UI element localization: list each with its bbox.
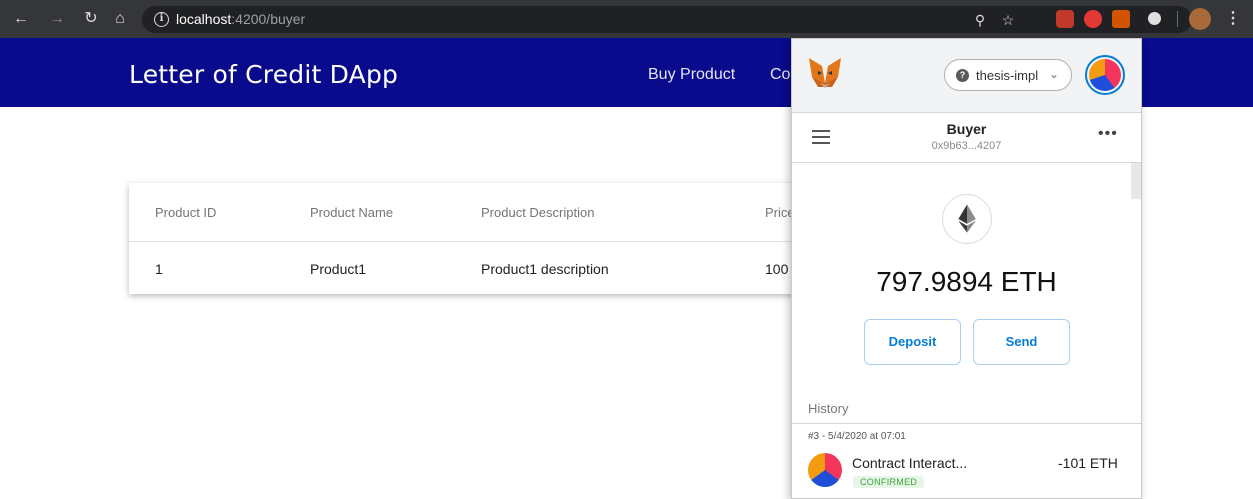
history-heading: History bbox=[808, 401, 849, 416]
deposit-button[interactable]: Deposit bbox=[864, 319, 961, 365]
kebab-menu-icon[interactable]: ••• bbox=[1098, 125, 1118, 143]
back-arrow-icon[interactable]: ← bbox=[12, 10, 30, 28]
nav-buy-product[interactable]: Buy Product bbox=[648, 66, 735, 84]
chrome-menu-icon[interactable]: ⋮ bbox=[1224, 10, 1242, 28]
metamask-popup: ? thesis-impl ⌄ Buyer 0x9b63...4207 ••• … bbox=[791, 38, 1142, 499]
cell-price: 100 bbox=[765, 261, 789, 277]
account-identicon bbox=[1089, 59, 1121, 91]
contract-identicon bbox=[808, 453, 842, 487]
network-name: thesis-impl bbox=[976, 68, 1039, 83]
nav-contracts[interactable]: Co bbox=[770, 66, 790, 84]
header-product-name: Product Name bbox=[310, 205, 394, 220]
send-button[interactable]: Send bbox=[973, 319, 1070, 365]
product-table: Product ID Product Name Product Descript… bbox=[129, 183, 829, 294]
network-help-icon: ? bbox=[956, 69, 969, 82]
toolbar-divider bbox=[1177, 11, 1178, 27]
table-divider bbox=[129, 241, 829, 242]
transaction-amount: -101 ETH bbox=[1058, 455, 1118, 471]
cell-product-description: Product1 description bbox=[481, 261, 609, 277]
account-address[interactable]: 0x9b63...4207 bbox=[792, 140, 1141, 152]
cell-product-name: Product1 bbox=[310, 261, 367, 277]
metamask-extension-icon[interactable] bbox=[1112, 10, 1130, 28]
cell-product-id: 1 bbox=[155, 261, 163, 277]
zoom-icon[interactable]: ⚲ bbox=[970, 10, 990, 30]
history-divider bbox=[792, 423, 1141, 424]
status-badge: CONFIRMED bbox=[853, 476, 925, 488]
header-product-id: Product ID bbox=[155, 205, 217, 220]
account-name[interactable]: Buyer bbox=[792, 121, 1141, 137]
metamask-top-bar: ? thesis-impl ⌄ bbox=[792, 39, 1141, 113]
url-host: localhost bbox=[176, 11, 232, 27]
account-avatar[interactable] bbox=[1085, 55, 1125, 95]
star-icon[interactable]: ☆ bbox=[998, 10, 1018, 30]
url-text: localhost:4200/buyer bbox=[176, 11, 305, 27]
app-title: Letter of Credit DApp bbox=[129, 60, 399, 89]
reload-icon[interactable]: ↻ bbox=[82, 10, 100, 28]
network-selector[interactable]: ? thesis-impl ⌄ bbox=[944, 59, 1072, 91]
forward-arrow-icon[interactable]: → bbox=[48, 10, 66, 28]
transaction-title: Contract Interact... bbox=[852, 455, 968, 471]
adblock-extension-icon[interactable] bbox=[1084, 10, 1102, 28]
home-icon[interactable]: ⌂ bbox=[111, 10, 129, 28]
address-bar[interactable]: i localhost:4200/buyer ⚲ ☆ bbox=[142, 6, 1192, 33]
metamask-fox-icon bbox=[809, 58, 841, 88]
chevron-down-icon: ⌄ bbox=[1049, 67, 1060, 81]
info-icon[interactable]: i bbox=[154, 12, 169, 27]
ethereum-icon bbox=[942, 194, 992, 244]
header-product-description: Product Description bbox=[481, 205, 595, 220]
browser-toolbar: ← → ↻ ⌂ i localhost:4200/buyer ⚲ ☆ ⋮ bbox=[0, 0, 1253, 38]
scrollbar[interactable] bbox=[1131, 163, 1141, 199]
url-path: :4200/buyer bbox=[231, 11, 306, 27]
eth-balance: 797.9894 ETH bbox=[876, 266, 1057, 297]
profile-avatar[interactable] bbox=[1189, 8, 1211, 30]
transaction-date: #3 - 5/4/2020 at 07:01 bbox=[808, 431, 906, 442]
pdf-extension-icon[interactable] bbox=[1056, 10, 1074, 28]
account-bar: Buyer 0x9b63...4207 ••• bbox=[792, 113, 1141, 163]
extension-icon[interactable] bbox=[1148, 12, 1161, 25]
